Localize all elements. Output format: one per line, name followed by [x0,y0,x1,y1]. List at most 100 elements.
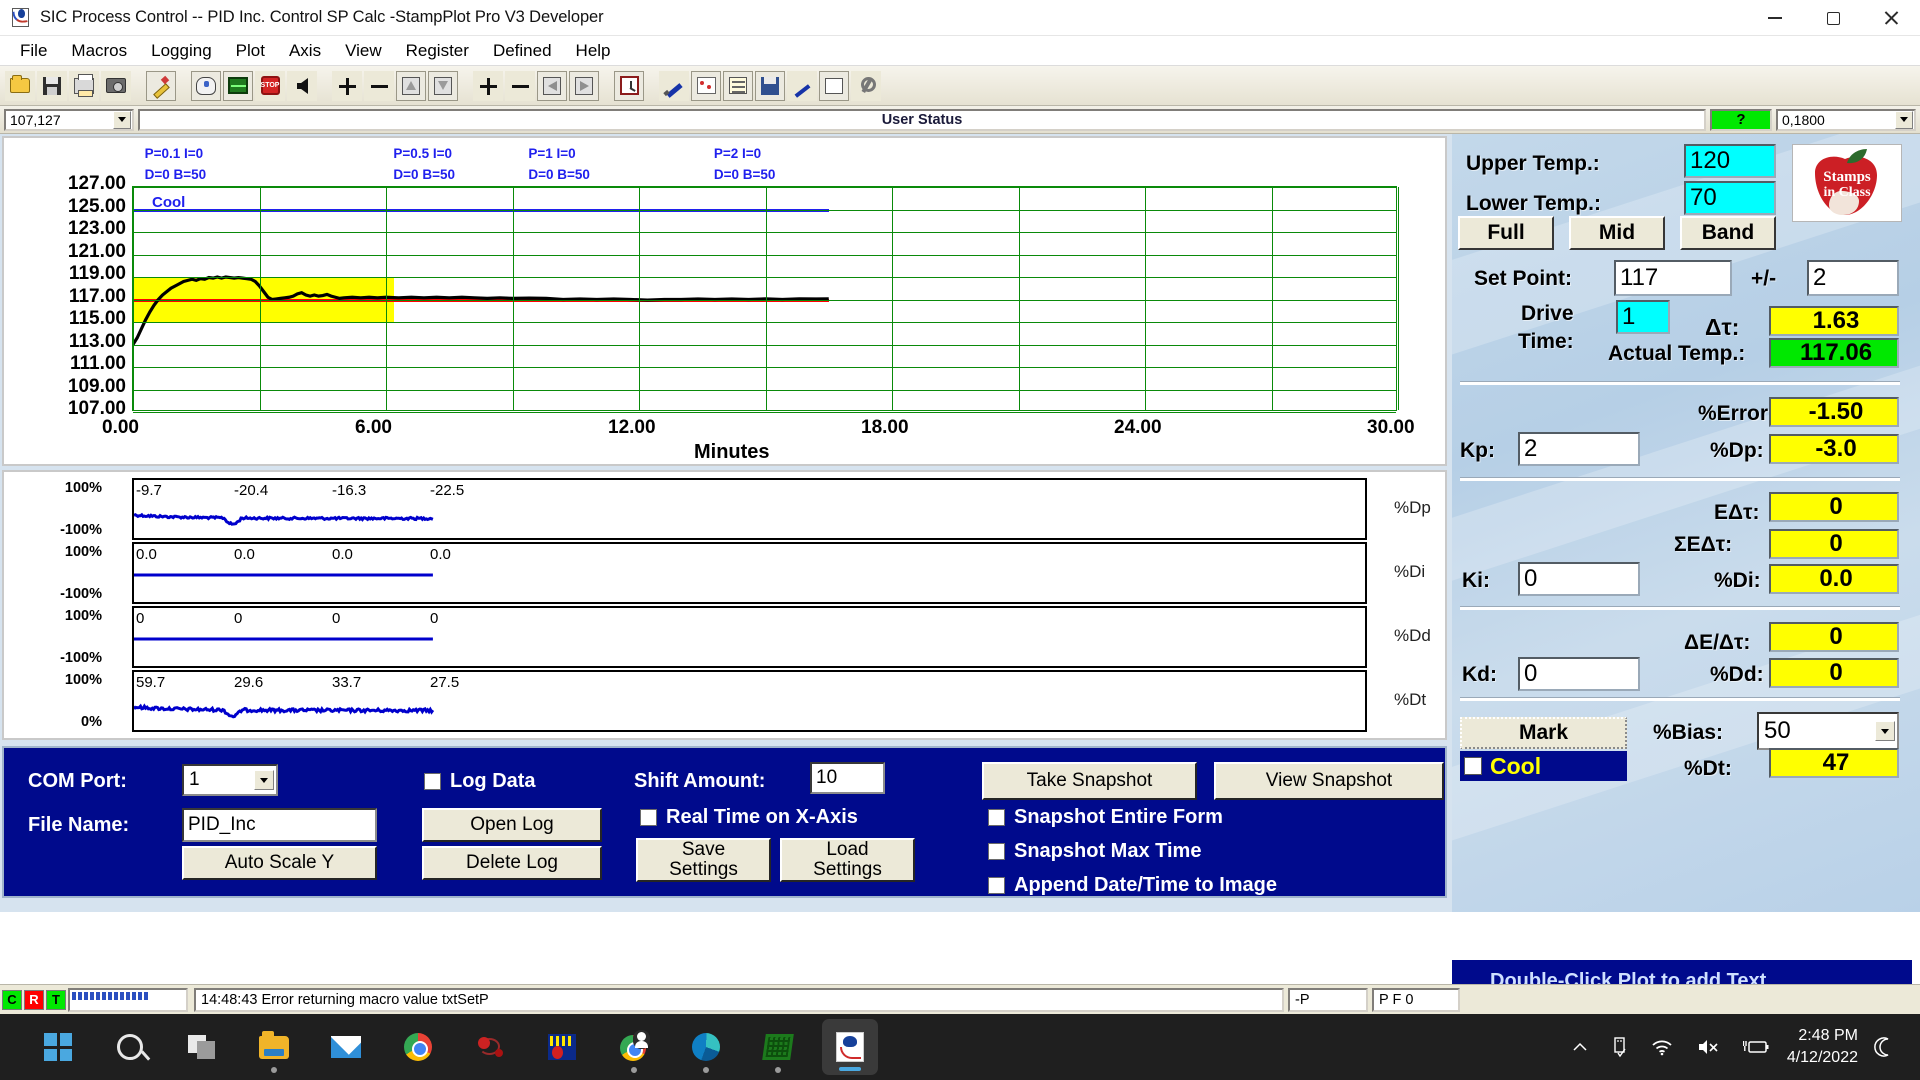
stop-icon[interactable]: STOP [255,70,285,101]
menu-item-defined[interactable]: Defined [481,39,564,63]
sub-plot-panel[interactable]: -9.7 -20.4 -16.3 -22.5 %Dp 100% -100% 0.0 0.0 0.0… [2,470,1447,740]
save-icon[interactable] [37,70,67,101]
save2-icon[interactable] [755,70,785,101]
stampplot-active-icon[interactable] [822,1019,878,1075]
real-time-x-axis-checkbox[interactable]: Real Time on X-Axis [640,806,858,829]
open-icon[interactable] [5,70,35,101]
chevron-down-icon[interactable] [254,770,274,790]
task-view-icon[interactable] [174,1019,230,1075]
battery-charging-icon[interactable] [1742,1039,1769,1055]
snapshot-entire-form-checkbox[interactable]: Snapshot Entire Form [988,806,1223,829]
menu-item-axis[interactable]: Axis [277,39,333,63]
view-snapshot-button[interactable]: View Snapshot [1214,762,1444,800]
minus2-icon[interactable] [505,70,535,101]
tolerance-input[interactable]: 2 [1807,260,1899,296]
print-icon[interactable] [69,70,99,101]
checkbox-box[interactable] [988,809,1005,826]
take-snapshot-button[interactable]: Take Snapshot [982,762,1197,800]
mark-button[interactable]: Mark [1460,717,1627,749]
load-settings-button[interactable]: Load Settings [780,838,915,882]
chevron-down-icon[interactable] [1875,721,1895,741]
chrome-icon[interactable] [390,1019,446,1075]
main-chart-panel[interactable]: Cool 127.00 125.00 123.00 121.00 119.00 117.0… [2,136,1447,466]
upper-temp-input[interactable]: 120 [1684,144,1776,178]
scope-icon[interactable] [223,70,253,101]
user-status-field[interactable]: User Status [138,108,1706,131]
shift-amount-input[interactable]: 10 [810,762,885,794]
sub-plot-box[interactable]: -9.7 -20.4 -16.3 -22.5 [132,478,1367,540]
checkbox-box[interactable] [424,773,441,790]
pan-right-icon[interactable] [569,70,599,101]
stampplot-icon[interactable] [534,1019,590,1075]
file-explorer-icon[interactable] [246,1019,302,1075]
clock-icon[interactable] [614,70,644,101]
main-chart-plot[interactable] [132,186,1399,413]
full-button[interactable]: Full [1458,216,1554,250]
chart-icon[interactable] [691,70,721,101]
wifi-icon[interactable] [1651,1039,1673,1056]
wrench-icon[interactable] [851,70,881,101]
sub-plot-box[interactable]: 0.0 0.0 0.0 0.0 [132,542,1367,604]
plus-icon[interactable] [332,70,362,101]
chevron-down-icon[interactable] [1895,110,1913,129]
com-port-combo[interactable]: 1 [182,764,278,796]
volume-muted-icon[interactable] [1697,1038,1719,1056]
ki-input[interactable]: 0 [1518,562,1640,596]
search-icon[interactable] [102,1019,158,1075]
status-indicator[interactable]: ? [1710,108,1772,131]
menu-item-plot[interactable]: Plot [224,39,277,63]
maximize-button[interactable] [1804,0,1862,36]
range-combo[interactable]: 0,1800 [1776,108,1916,131]
checkbox-box[interactable] [1464,757,1482,775]
moon-icon[interactable] [1874,1037,1894,1057]
sub-plot-box[interactable]: 0000 [132,606,1367,668]
cool-checkbox-row[interactable]: Cool [1460,751,1627,781]
log-data-checkbox[interactable]: Log Data [424,770,536,793]
windows-start-icon[interactable] [30,1019,86,1075]
pen-icon[interactable] [659,70,689,101]
grid-icon[interactable] [819,70,849,101]
menu-item-macros[interactable]: Macros [59,39,139,63]
close-button[interactable] [1862,0,1920,36]
band-button[interactable]: Band [1680,216,1776,250]
checkbox-box[interactable] [988,877,1005,894]
set-point-input[interactable]: 117 [1614,260,1732,296]
snapshot-max-time-checkbox[interactable]: Snapshot Max Time [988,840,1201,863]
kp-input[interactable]: 2 [1518,432,1640,466]
back-arrow-icon[interactable] [287,70,317,101]
ruler-icon[interactable] [787,70,817,101]
save-settings-button[interactable]: Save Settings [636,838,771,882]
bias-combo[interactable]: 50 [1757,712,1899,750]
checkbox-box[interactable] [988,843,1005,860]
chrome-profile-icon[interactable] [606,1019,662,1075]
minimize-button[interactable] [1746,0,1804,36]
drive-time-input[interactable]: 1 [1616,300,1670,334]
mid-button[interactable]: Mid [1569,216,1665,250]
molecule-icon[interactable] [462,1019,518,1075]
menu-item-help[interactable]: Help [564,39,623,63]
lower-temp-input[interactable]: 70 [1684,181,1776,215]
chevron-down-icon[interactable] [113,110,131,129]
append-datetime-checkbox[interactable]: Append Date/Time to Image [988,874,1277,897]
menu-item-file[interactable]: File [8,39,59,63]
pan-left-icon[interactable] [537,70,567,101]
chevron-up-icon[interactable] [1572,1041,1588,1053]
kd-input[interactable]: 0 [1518,657,1640,691]
checkbox-box[interactable] [640,809,657,826]
marker-icon[interactable] [146,70,176,101]
camera-icon[interactable] [101,70,131,101]
notes-icon[interactable] [723,70,753,101]
circuit-board-icon[interactable] [750,1019,806,1075]
edge-icon[interactable] [678,1019,734,1075]
plus2-icon[interactable] [473,70,503,101]
minus-icon[interactable] [364,70,394,101]
clock[interactable]: 2:48 PM 4/12/2022 [1787,1025,1858,1068]
handmouse-icon[interactable] [191,70,221,101]
menu-item-view[interactable]: View [333,39,394,63]
open-log-button[interactable]: Open Log [422,808,602,842]
menu-item-logging[interactable]: Logging [139,39,224,63]
file-name-input[interactable]: PID_Inc [182,808,377,842]
scale-down-icon[interactable] [428,70,458,101]
auto-scale-y-button[interactable]: Auto Scale Y [182,846,377,880]
delete-log-button[interactable]: Delete Log [422,846,602,880]
